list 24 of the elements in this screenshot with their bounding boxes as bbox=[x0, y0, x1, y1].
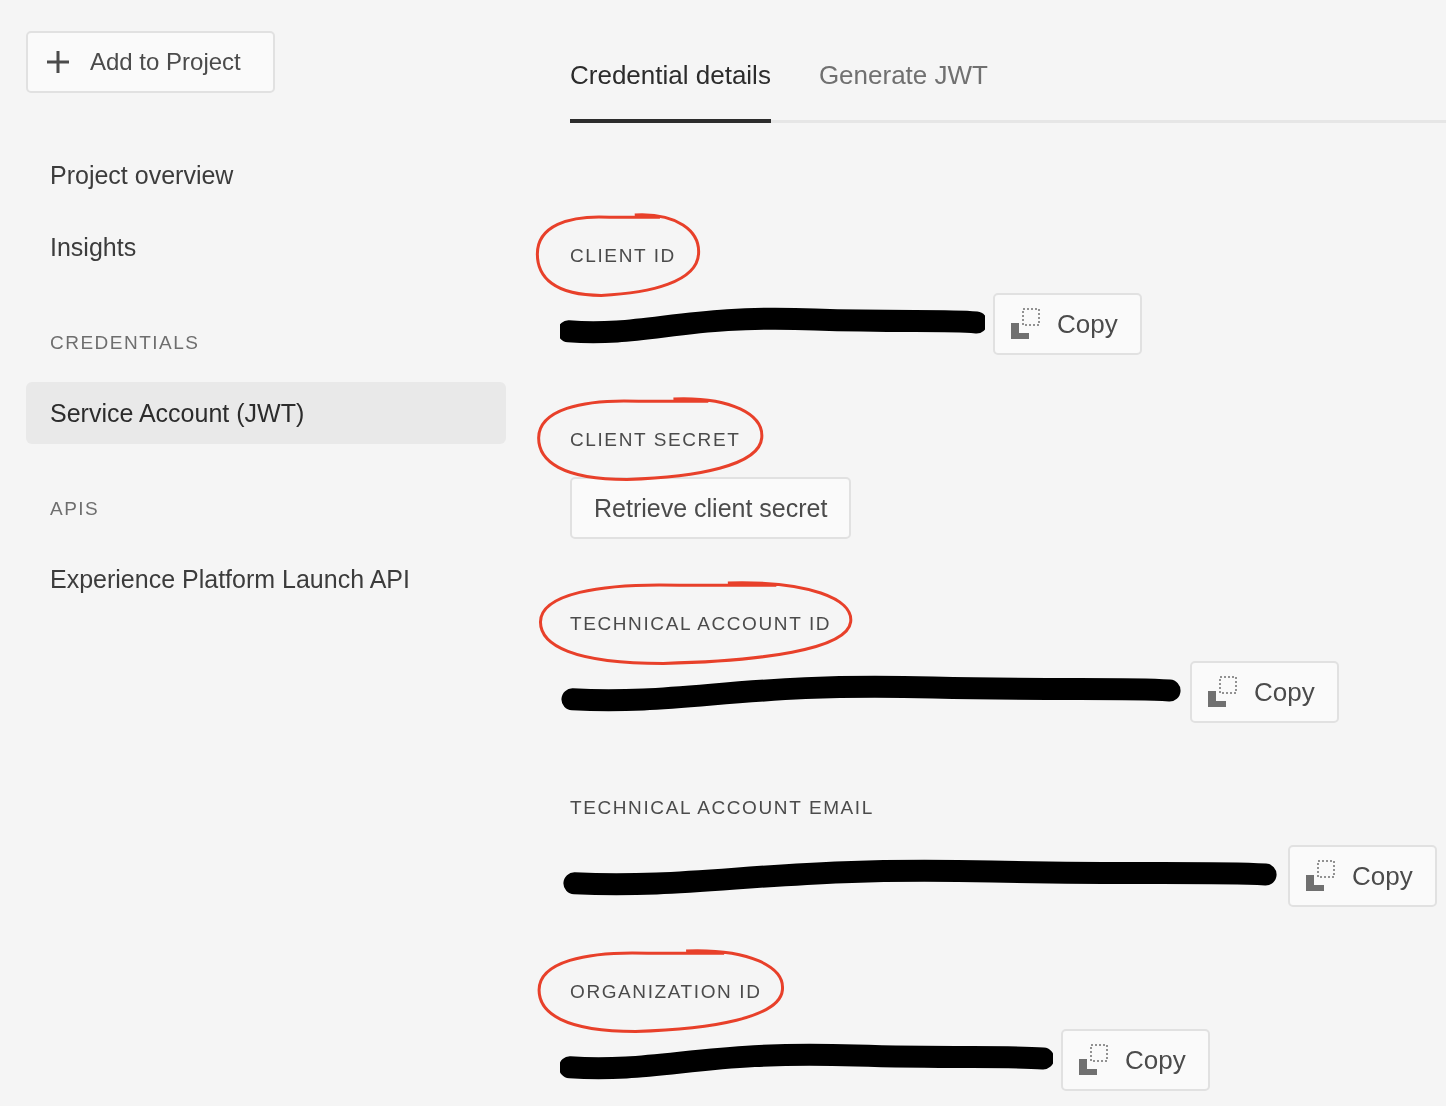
retrieve-secret-button[interactable]: Retrieve client secret bbox=[570, 477, 852, 539]
plus-icon bbox=[46, 50, 70, 74]
copy-button[interactable]: Copy bbox=[1190, 661, 1339, 723]
sidebar-item[interactable]: Service Account (JWT) bbox=[26, 382, 506, 444]
field-label: CLIENT ID bbox=[570, 245, 676, 266]
copy-icon bbox=[1009, 307, 1043, 341]
sidebar-item[interactable]: Project overview bbox=[26, 144, 506, 206]
field-label: TECHNICAL ACCOUNT ID bbox=[570, 613, 832, 634]
field-label: TECHNICAL ACCOUNT EMAIL bbox=[570, 797, 874, 818]
copy-icon bbox=[1304, 859, 1338, 893]
add-to-project-button[interactable]: Add to Project bbox=[26, 31, 275, 93]
field-label: CLIENT SECRET bbox=[570, 429, 741, 450]
copy-button[interactable]: Copy bbox=[993, 293, 1142, 355]
sidebar-item[interactable]: Insights bbox=[26, 216, 506, 278]
tab[interactable]: Credential details bbox=[570, 52, 771, 123]
section-heading: APIS bbox=[49, 497, 101, 521]
copy-button[interactable]: Copy bbox=[1061, 1029, 1210, 1091]
tab[interactable]: Generate JWT bbox=[818, 52, 988, 123]
copy-button[interactable]: Copy bbox=[1288, 845, 1437, 907]
copy-icon bbox=[1077, 1043, 1111, 1077]
copy-icon bbox=[1206, 675, 1240, 709]
field-label: ORGANIZATION ID bbox=[570, 981, 762, 1002]
section-heading: CREDENTIALS bbox=[49, 331, 201, 355]
sidebar-item[interactable]: Experience Platform Launch API bbox=[26, 548, 506, 610]
